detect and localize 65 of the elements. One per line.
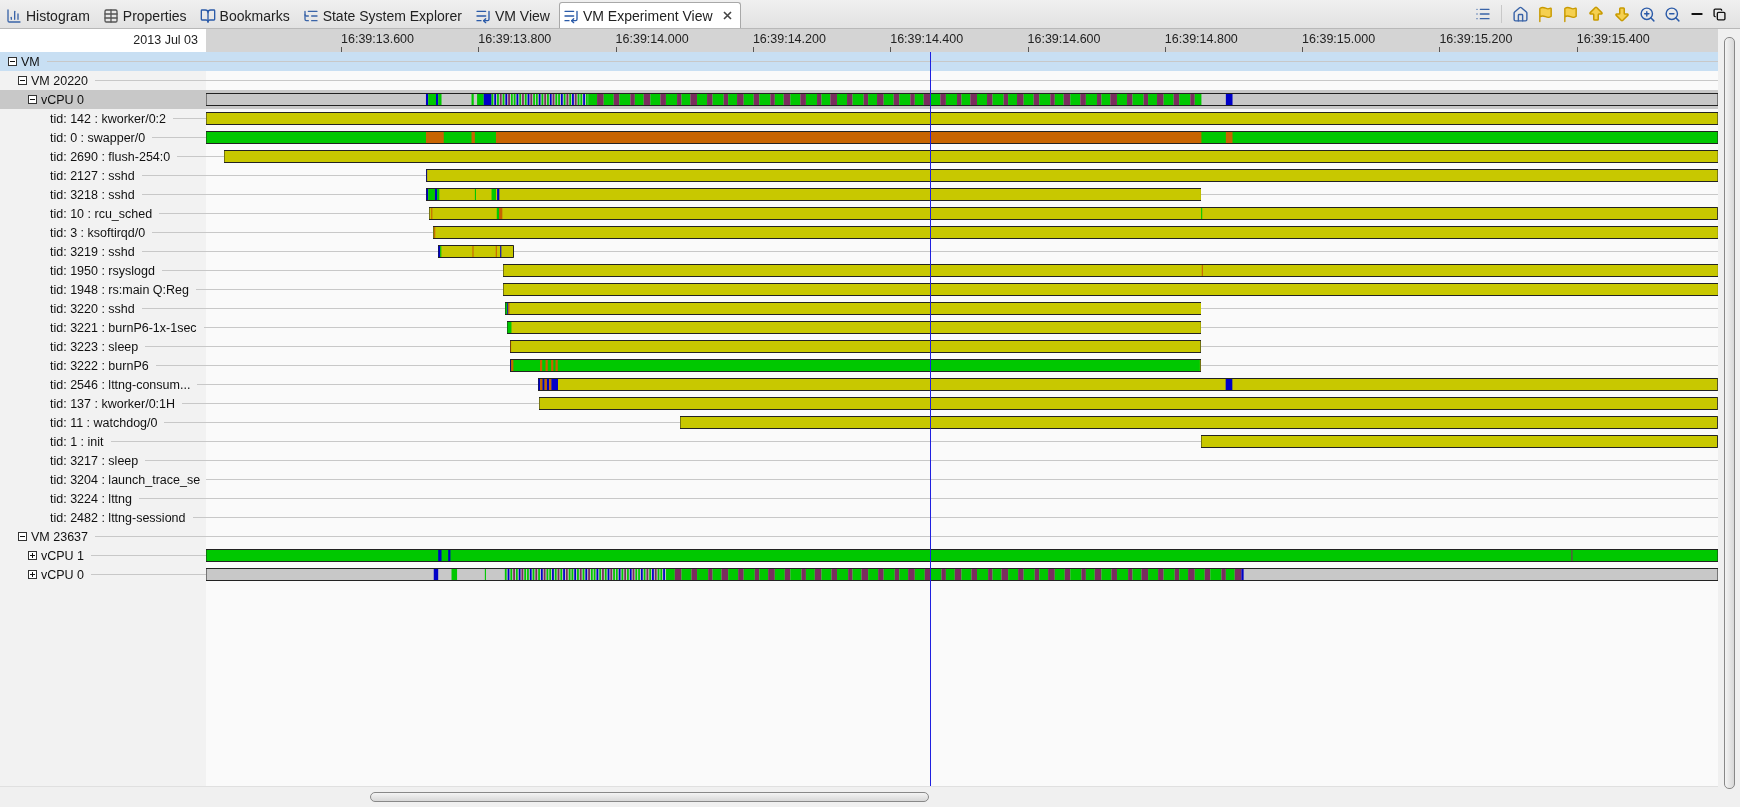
tree-label: tid: 3221 : burnP6-1x-1sec <box>50 320 197 335</box>
tree-label: tid: 2482 : lttng-sessiond <box>50 510 186 525</box>
view-tab[interactable]: Properties <box>98 2 196 28</box>
tree-label: tid: 0 : swapper/0 <box>50 130 146 145</box>
minus-box-icon[interactable] <box>28 95 37 104</box>
tree-label: tid: 3223 : sleep <box>50 339 139 354</box>
plus-box-icon[interactable] <box>28 551 37 560</box>
tick-label: 16:39:14.400 <box>890 32 964 46</box>
tree-label: tid: 3219 : sshd <box>50 244 135 259</box>
tree-label: tid: 3224 : lttng <box>50 491 132 506</box>
view-tab[interactable]: State System Explorer <box>298 2 471 28</box>
view-tab[interactable]: Histogram <box>2 2 99 28</box>
tree-label: tid: 1950 : rsyslogd <box>50 263 155 278</box>
scrollbar-thumb[interactable] <box>370 792 929 802</box>
zoom-in-icon[interactable] <box>1639 5 1656 23</box>
tree-label: tid: 11 : watchdog/0 <box>50 415 158 430</box>
tick-label: 16:39:15.400 <box>1576 32 1650 46</box>
bar-chart-icon <box>6 7 22 24</box>
scrollbar-thumb[interactable] <box>1723 37 1735 789</box>
tree-label: tid: 1 : init <box>50 434 104 449</box>
plus-box-icon[interactable] <box>28 570 37 579</box>
tree-row[interactable]: vCPU 0 <box>0 90 1718 109</box>
tree-label: VM 23637 <box>31 529 88 544</box>
tree-label: tid: 3220 : sshd <box>50 301 135 316</box>
tree-label: tid: 3 : ksoftirqd/0 <box>50 225 146 240</box>
minus-box-icon[interactable] <box>18 532 27 541</box>
close-icon[interactable] <box>722 11 732 20</box>
tree-label: tid: 137 : kworker/0:1H <box>50 396 176 411</box>
tick-label: 16:39:15.000 <box>1302 32 1376 46</box>
tree-label: VM 20220 <box>31 73 88 88</box>
tree-label: tid: 3218 : sshd <box>50 187 135 202</box>
tree-label: VM <box>21 54 40 69</box>
tree-label: tid: 2127 : sshd <box>50 168 135 183</box>
view-tab[interactable]: VM Experiment View <box>558 2 741 28</box>
tree-label: tid: 3217 : sleep <box>50 453 139 468</box>
restore-icon[interactable] <box>1713 7 1726 21</box>
view-tab[interactable]: Bookmarks <box>195 2 299 28</box>
tick-label: 16:39:14.200 <box>752 32 826 46</box>
tree-label: tid: 10 : rcu_sched <box>50 206 153 221</box>
tree-label: vCPU 1 <box>41 548 85 563</box>
tree-label: tid: 3204 : launch_trace_se <box>50 472 201 487</box>
zoom-out-icon[interactable] <box>1664 5 1681 23</box>
tick-label: 16:39:14.600 <box>1027 32 1101 46</box>
table-icon <box>102 7 119 24</box>
tree-row[interactable]: VM <box>0 52 1718 71</box>
tree-label: tid: 2546 : lttng-consum... <box>50 377 191 392</box>
tick-label: 16:39:14.800 <box>1164 32 1238 46</box>
home-icon[interactable] <box>1512 5 1529 23</box>
tick-label: 16:39:14.000 <box>615 32 689 46</box>
vertical-scrollbar[interactable] <box>1718 29 1740 807</box>
tree-label: tid: 1948 : rs:main Q:Reg <box>50 282 189 297</box>
tree-label: tid: 3222 : burnP6 <box>50 358 149 373</box>
tick-label: 16:39:13.600 <box>341 32 414 46</box>
minus-box-icon[interactable] <box>18 76 27 85</box>
tick-label: 16:39:15.200 <box>1439 32 1513 46</box>
tree-label: vCPU 0 <box>41 567 85 582</box>
minus-box-icon[interactable] <box>8 57 17 66</box>
list-icon[interactable] <box>1475 6 1491 22</box>
view-tab[interactable]: VM View <box>470 2 559 28</box>
tree-label: tid: 142 : kworker/0:2 <box>50 111 167 126</box>
tick-label: 16:39:13.800 <box>478 32 552 46</box>
tree-label: tid: 2690 : flush-254:0 <box>50 149 171 164</box>
horizontal-scrollbar[interactable] <box>0 786 1718 807</box>
tree-label: vCPU 0 <box>41 92 85 107</box>
book-icon <box>199 7 216 24</box>
